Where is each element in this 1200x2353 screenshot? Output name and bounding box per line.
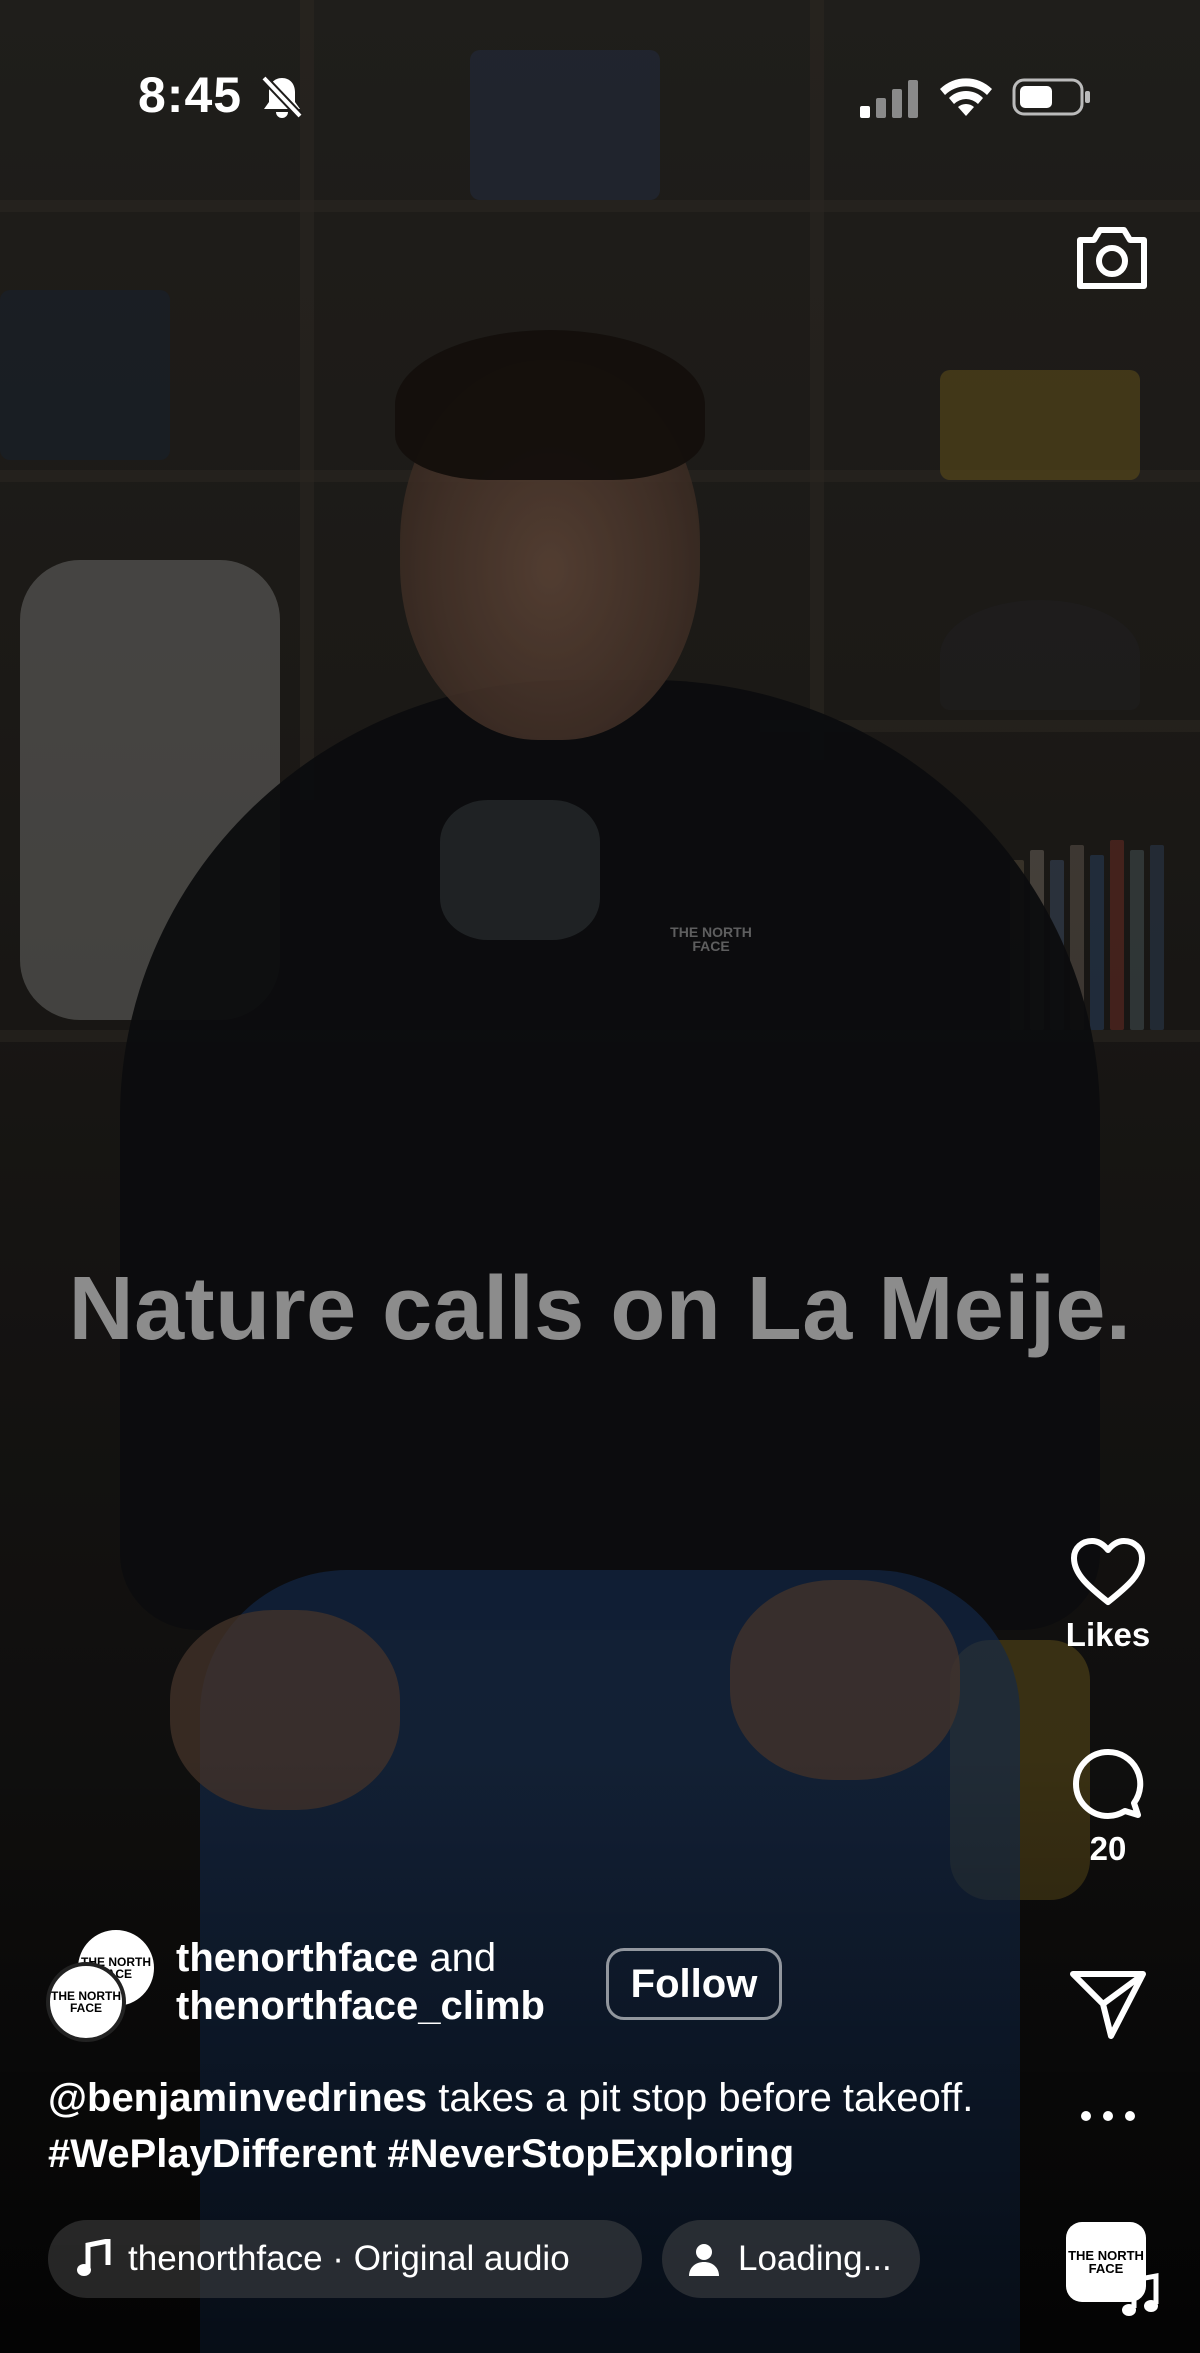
hashtag-link[interactable]: #NeverStopExploring [387, 2132, 794, 2176]
audio-pill-label: thenorthface · Original audio [128, 2239, 570, 2278]
avatar-thenorthface-climb[interactable]: THE NORTH FACE [46, 1962, 126, 2042]
follow-button[interactable]: Follow [606, 1948, 782, 2020]
comment-count: 20 [1089, 1830, 1127, 1867]
loading-label: Loading... [738, 2239, 892, 2278]
more-options-button[interactable] [1040, 2108, 1176, 2124]
paper-plane-icon [1070, 1971, 1146, 2039]
more-horizontal-icon [1081, 2111, 1135, 2121]
like-button[interactable]: Likes [1040, 1536, 1176, 1654]
comment-button[interactable]: 20 [1040, 1746, 1176, 1868]
bell-slash-icon [261, 75, 303, 119]
video-text-overlay: Nature calls on La Meije. [68, 1259, 1132, 1359]
camera-icon[interactable] [1072, 218, 1152, 294]
cellular-signal-icon [860, 80, 918, 118]
description-text: takes a pit stop before takeoff. [427, 2076, 974, 2120]
original-audio-pill[interactable]: thenorthface · Original audio [48, 2220, 642, 2298]
battery-icon [1012, 78, 1090, 116]
mention-link[interactable]: @benjaminvedrines [48, 2076, 427, 2120]
like-label: Likes [1065, 1616, 1151, 1653]
comment-bubble-icon [1073, 1748, 1144, 1819]
avatar-logo: THE NORTH FACE [51, 1989, 121, 2015]
wifi-icon [940, 78, 992, 116]
author-secondary-link[interactable]: thenorthface_climb [176, 1984, 545, 2028]
share-button[interactable] [1040, 1968, 1176, 2040]
status-time: 8:45 [138, 67, 243, 123]
author-joiner: and [418, 1936, 497, 1980]
author-primary-link[interactable]: thenorthface [176, 1936, 418, 1980]
music-note-icon [77, 2239, 111, 2276]
post-description[interactable]: @benjaminvedrines takes a pit stop befor… [48, 2070, 1028, 2182]
tagged-people-pill[interactable]: Loading... [662, 2220, 920, 2298]
music-note-icon [1122, 2273, 1159, 2316]
post-authors: thenorthface and thenorthface_climb [176, 1934, 545, 2030]
person-icon [689, 2244, 719, 2276]
heart-icon [1071, 1538, 1145, 1605]
status-bar: 8:45 [0, 0, 1200, 150]
hashtag-link[interactable]: #WePlayDifferent [48, 2132, 376, 2176]
